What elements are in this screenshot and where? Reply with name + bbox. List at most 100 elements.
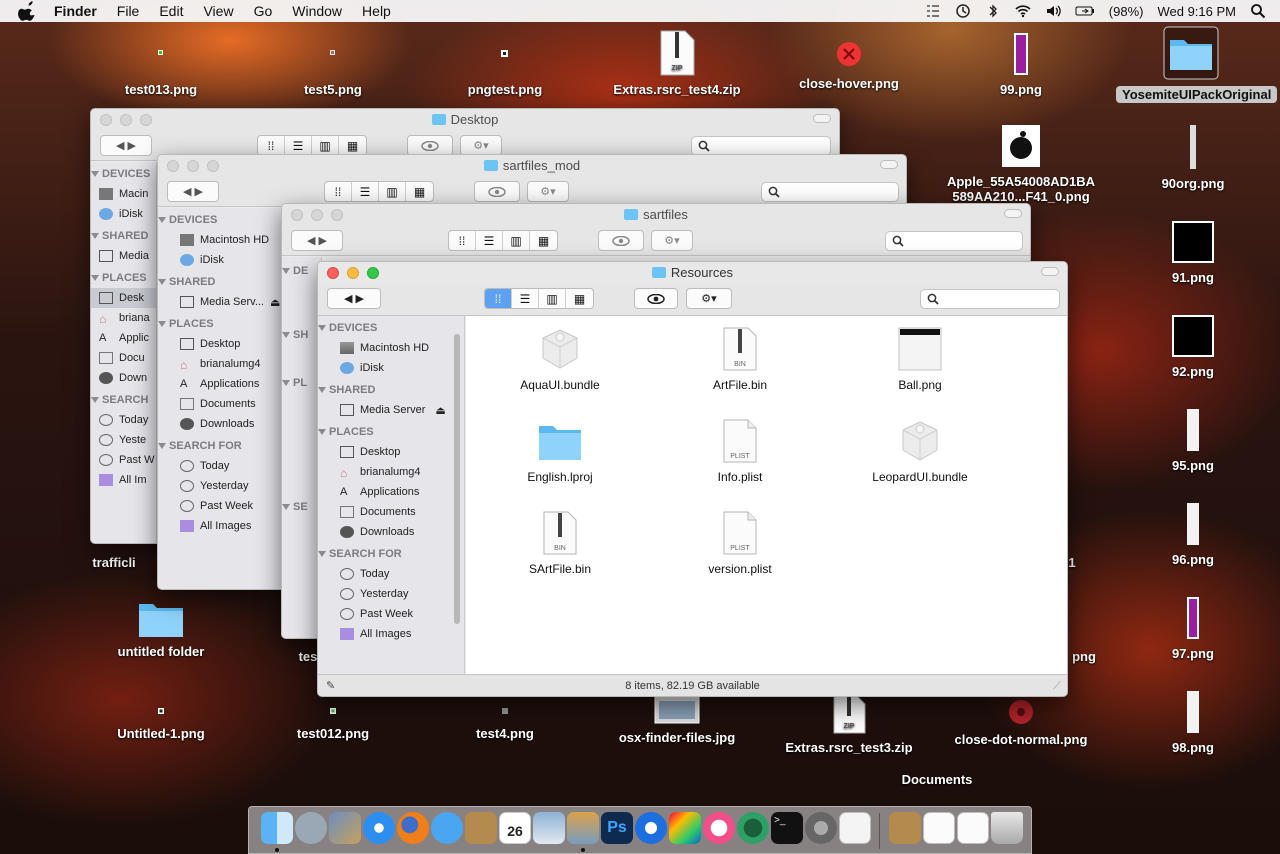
bin-file-stack-dock-icon[interactable] [923, 812, 955, 844]
desktop-file-apple-png[interactable]: Apple_55A54008AD1BA 589AA210...F41_0.png [946, 124, 1096, 204]
window-titlebar[interactable]: sartfiles [282, 204, 1030, 226]
column-view-icon[interactable]: ▥ [539, 289, 566, 308]
sidebar-item-desktop[interactable]: Desk [91, 288, 156, 308]
view-mode-selector[interactable]: ⁞⁞ ☰ ▥ ▦ [484, 288, 594, 309]
documents-stack-dock-icon[interactable] [889, 812, 921, 844]
menu-view[interactable]: View [193, 3, 243, 19]
desktop-file-96[interactable]: 96.png [1118, 502, 1268, 567]
menu-file[interactable]: File [107, 3, 150, 19]
apple-menu-icon[interactable] [18, 1, 38, 21]
action-menu-button[interactable]: ⚙▾ [686, 288, 732, 309]
close-button[interactable] [291, 209, 303, 221]
firefox-dock-icon[interactable] [397, 812, 429, 844]
desktop-file-97[interactable]: 97.png [1118, 596, 1268, 661]
desktop-file-close-dot[interactable]: close-dot-normal.png [946, 698, 1096, 747]
sidebar-item-downloads[interactable]: Downloads [158, 414, 281, 434]
column-view-icon[interactable]: ▥ [312, 136, 339, 155]
desktop-file-close-hover[interactable]: close-hover.png [774, 38, 924, 91]
view-mode-selector[interactable]: ⁞⁞ ☰ ▥ ▦ [324, 181, 434, 202]
resize-grip-icon[interactable]: ⟋ [1053, 675, 1061, 696]
close-button[interactable] [100, 114, 112, 126]
window-titlebar[interactable]: sartfiles_mod [158, 155, 906, 177]
bluetooth-icon[interactable] [985, 3, 1001, 19]
finder-dock-icon[interactable] [261, 812, 293, 844]
menu-window[interactable]: Window [282, 3, 352, 19]
sidebar-item-macintosh[interactable]: Macintosh HD [318, 338, 464, 358]
quick-look-button[interactable] [407, 135, 453, 156]
list-view-icon[interactable]: ☰ [352, 182, 379, 201]
list-view-icon[interactable]: ☰ [285, 136, 312, 155]
sidebar-item-applications[interactable]: A Applications [158, 374, 281, 394]
terminal-dock-icon[interactable]: >_ [771, 812, 803, 844]
file-item[interactable]: PLIST Info.plist [670, 418, 810, 484]
desktop-file-osx-finder[interactable]: osx-finder-files.jpg [602, 696, 752, 745]
desktop-folder-untitled[interactable]: untitled folder [86, 600, 236, 659]
sidebar-item-idisk[interactable]: iDisk [318, 358, 464, 378]
toolbar-toggle-button[interactable] [1041, 267, 1059, 276]
desktop-folder-yosemite[interactable]: YosemiteUIPackOriginal [1116, 26, 1278, 103]
action-menu-button[interactable]: ⚙▾ [651, 230, 693, 251]
minimize-button[interactable] [347, 267, 359, 279]
menu-edit[interactable]: Edit [149, 3, 193, 19]
back-forward-button[interactable]: ◀ ▶ [100, 135, 152, 156]
file-item[interactable]: Ball.png [850, 326, 990, 392]
desktop-file-extras3-zip[interactable]: ZIP Extras.rsrc_test3.zip [774, 694, 924, 755]
file-item[interactable]: AquaUI.bundle [490, 326, 630, 392]
menu-go[interactable]: Go [244, 3, 283, 19]
safari-compass-dock-icon[interactable] [363, 812, 395, 844]
sidebar-item-macintosh[interactable]: Macin [91, 184, 156, 204]
sidebar-item-documents[interactable]: Documents [158, 394, 281, 414]
desktop-file-partial-png[interactable]: png [1064, 649, 1104, 664]
time-machine-dock-icon[interactable] [737, 812, 769, 844]
sidebar-item-media[interactable]: Media [91, 246, 156, 266]
sidebar-item-applications[interactable]: A Applications [318, 482, 464, 502]
battery-icon[interactable] [1075, 3, 1095, 19]
desktop-file-test4[interactable]: test4.png [430, 704, 580, 741]
column-view-icon[interactable]: ▥ [379, 182, 406, 201]
file-item[interactable]: PLIST version.plist [670, 510, 810, 576]
trash-dock-icon[interactable] [991, 812, 1023, 844]
search-input[interactable] [885, 231, 1023, 251]
zoom-button[interactable] [331, 209, 343, 221]
toolbar-toggle-button[interactable] [813, 114, 831, 123]
sidebar-item-macintosh[interactable]: Macintosh HD [158, 230, 281, 250]
quick-look-button[interactable] [634, 288, 678, 309]
file-item[interactable]: English.lproj [490, 418, 630, 484]
preview-photos-dock-icon[interactable] [533, 812, 565, 844]
sidebar-item-home[interactable]: ⌂ brianalumg4 [158, 354, 281, 374]
zoom-button[interactable] [207, 160, 219, 172]
menubar-clock[interactable]: Wed 9:16 PM [1157, 4, 1236, 19]
search-input[interactable] [920, 289, 1060, 309]
coverflow-view-icon[interactable]: ▦ [566, 289, 593, 308]
textedit-document-dock-icon[interactable] [839, 812, 871, 844]
zoom-button[interactable] [140, 114, 152, 126]
sidebar-item-applications[interactable]: A Applic [91, 328, 156, 348]
desktop-file-95[interactable]: 95.png [1118, 408, 1268, 473]
notification-list-icon[interactable] [925, 3, 941, 19]
zoom-button[interactable] [367, 267, 379, 279]
messages-bubble-dock-icon[interactable] [431, 812, 463, 844]
quick-look-button[interactable] [474, 181, 520, 202]
back-forward-button[interactable]: ◀ ▶ [327, 288, 381, 309]
desktop-folder-documents[interactable]: Documents [862, 772, 1012, 787]
quicktime-dock-icon[interactable] [635, 812, 667, 844]
sidebar-item-idisk[interactable]: iDisk [158, 250, 281, 270]
image-app-dock-icon[interactable] [329, 812, 361, 844]
desktop-file-98[interactable]: 98.png [1118, 690, 1268, 755]
back-forward-button[interactable]: ◀ ▶ [167, 181, 219, 202]
desktop-file-pngtest[interactable]: pngtest.png [430, 44, 580, 97]
time-machine-icon[interactable] [955, 3, 971, 19]
pin-icon[interactable]: ✎ [326, 675, 335, 696]
desktop-file-test013[interactable]: test013.png [86, 44, 236, 97]
toolbar-toggle-button[interactable] [1004, 209, 1022, 218]
sidebar-item-today[interactable]: Today [318, 564, 464, 584]
calendar-dock-icon[interactable]: 26 [499, 812, 531, 844]
launchpad-rocket-dock-icon[interactable] [295, 812, 327, 844]
sidebar-item-pastweek[interactable]: Past Week [318, 604, 464, 624]
finder-window-resources[interactable]: Resources ◀ ▶ ⁞⁞ ☰ ▥ ▦ ⚙▾ DEVICES Macintosh… [317, 261, 1068, 697]
view-mode-selector[interactable]: ⁞⁞ ☰ ▥ ▦ [257, 135, 367, 156]
photoshop-dock-icon[interactable]: Ps [601, 812, 633, 844]
eject-icon[interactable]: ⏏ [270, 296, 280, 309]
list-view-icon[interactable]: ☰ [512, 289, 539, 308]
sidebar-item-allimages[interactable]: All Images [318, 624, 464, 644]
